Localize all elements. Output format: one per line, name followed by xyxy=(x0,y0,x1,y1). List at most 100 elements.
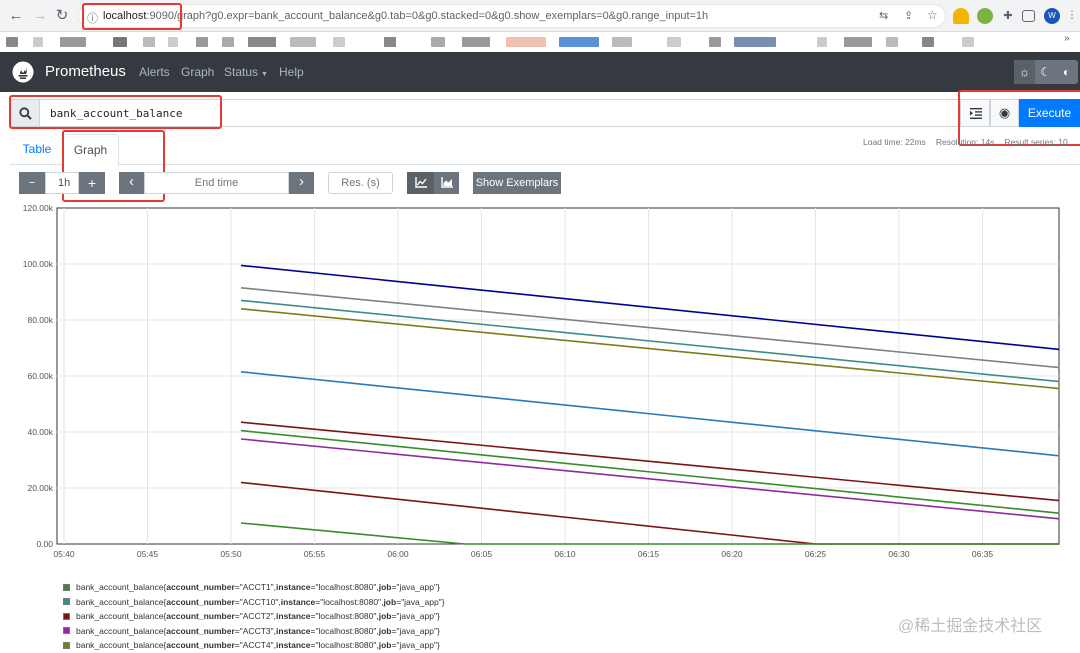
show-exemplars-button[interactable]: Show Exemplars xyxy=(473,172,561,194)
x-tick-label: 06:10 xyxy=(554,549,576,559)
legend-swatch xyxy=(63,612,70,620)
legend-value: ="localhost:8080", xyxy=(310,582,379,592)
x-tick-label: 05:50 xyxy=(220,549,242,559)
share-icon[interactable]: ⇪ xyxy=(904,9,913,22)
profile-avatar[interactable]: W xyxy=(1044,8,1060,24)
light-theme-icon[interactable]: ☼ xyxy=(1014,60,1035,84)
y-tick-label: 0.00 xyxy=(36,539,53,549)
back-icon[interactable]: ← xyxy=(6,6,26,26)
format-expression-button[interactable] xyxy=(960,99,990,127)
legend-item[interactable]: bank_account_balance{account_number =" ACC… xyxy=(63,638,445,653)
auto-theme-icon[interactable]: ◐ xyxy=(1056,60,1077,84)
bookmark-star-icon[interactable]: ☆ xyxy=(927,8,938,22)
legend-key: job xyxy=(378,640,392,650)
theme-switch: ☼ ☾ ◐ xyxy=(1014,60,1078,84)
bookmark-item[interactable] xyxy=(196,37,208,47)
bookmark-item[interactable] xyxy=(922,37,934,47)
bookmark-item[interactable] xyxy=(33,37,43,47)
legend-value: ="localhost:8080", xyxy=(315,596,384,607)
bookmark-item[interactable] xyxy=(612,37,632,47)
metrics-explorer-button[interactable]: ◉ xyxy=(990,99,1019,127)
nav-help[interactable]: Help xyxy=(279,65,304,79)
search-prepend xyxy=(10,99,40,127)
nav-graph[interactable]: Graph xyxy=(181,65,214,79)
x-tick-label: 05:45 xyxy=(137,549,159,559)
resolution-input[interactable]: Res. (s) xyxy=(328,172,393,194)
decrease-range-button[interactable]: − xyxy=(19,172,45,194)
x-tick-label: 06:35 xyxy=(972,549,994,559)
line-chart-icon xyxy=(414,177,427,188)
translate-icon[interactable]: ⇆ xyxy=(879,9,888,22)
bookmark-item[interactable] xyxy=(462,37,490,47)
extension-shield-icon[interactable] xyxy=(953,8,969,24)
legend-item[interactable]: bank_account_balance{account_number =" ACC… xyxy=(63,609,445,624)
legend-item[interactable]: bank_account_balance{account_number =" ACC… xyxy=(63,624,445,639)
bookmark-item[interactable] xyxy=(667,37,681,47)
tab-graph[interactable]: Graph xyxy=(62,134,119,166)
bookmark-item[interactable] xyxy=(333,37,345,47)
bookmark-item[interactable] xyxy=(886,37,898,47)
bookmark-item[interactable] xyxy=(113,37,127,47)
url-port: :9090 xyxy=(146,10,174,22)
x-tick-label: 06:25 xyxy=(805,549,827,559)
url-path: /graph?g0.expr=bank_account_balance&g0.t… xyxy=(173,10,709,22)
bookmark-item[interactable] xyxy=(248,37,276,47)
x-tick-label: 05:40 xyxy=(53,549,75,559)
increase-range-button[interactable]: + xyxy=(79,172,105,194)
expression-input[interactable]: bank_account_balance xyxy=(40,99,970,127)
bookmark-item[interactable] xyxy=(506,37,546,47)
nav-status[interactable]: Status ▼ xyxy=(224,65,268,79)
y-tick-label: 80.00k xyxy=(27,315,53,325)
dark-theme-icon[interactable]: ☾ xyxy=(1035,60,1056,84)
bookmark-item[interactable] xyxy=(962,37,974,47)
globe-icon: ◉ xyxy=(998,105,1011,120)
extension-circle-icon[interactable] xyxy=(977,8,993,24)
prometheus-logo-icon[interactable] xyxy=(12,61,34,83)
legend-account: ACCT10 xyxy=(242,596,276,607)
bookmark-item[interactable] xyxy=(60,37,86,47)
reload-icon[interactable]: ↻ xyxy=(52,6,72,26)
sidepanel-icon[interactable] xyxy=(1022,10,1035,22)
previous-time-button[interactable]: ‹ xyxy=(119,172,144,194)
stacked-chart-button[interactable] xyxy=(434,172,459,194)
legend-key: instance xyxy=(276,640,311,650)
end-time-input[interactable]: End time xyxy=(144,172,289,194)
tab-table[interactable]: Table xyxy=(14,134,60,165)
forward-icon[interactable]: → xyxy=(30,6,50,26)
legend-value: ="java_app"} xyxy=(391,640,440,650)
nav-alerts[interactable]: Alerts xyxy=(139,65,170,79)
bookmark-item[interactable] xyxy=(222,37,234,47)
top-navbar: Prometheus Alerts Graph Status ▼ Help ☼ ☾… xyxy=(0,52,1080,92)
legend-item[interactable]: bank_account_balance{account_number =" ACC… xyxy=(63,580,445,595)
y-tick-label: 100.00k xyxy=(23,259,54,269)
bookmark-item[interactable] xyxy=(709,37,721,47)
expression-bar: bank_account_balance ◉ Execute xyxy=(10,99,1080,127)
bookmark-item[interactable] xyxy=(844,37,872,47)
legend-item[interactable]: bank_account_balance{account_number =" ACC… xyxy=(63,595,445,610)
puzzle-icon[interactable]: ✚ xyxy=(1000,8,1016,24)
unstacked-chart-button[interactable] xyxy=(407,172,434,194)
bookmark-item[interactable] xyxy=(143,37,155,47)
y-tick-label: 20.00k xyxy=(27,483,53,493)
x-tick-label: 06:15 xyxy=(638,549,660,559)
bookmark-item[interactable] xyxy=(817,37,827,47)
area-chart-icon xyxy=(440,177,453,188)
url-host: localhost xyxy=(103,10,147,22)
bookmark-item[interactable] xyxy=(290,37,316,47)
brand-title[interactable]: Prometheus xyxy=(45,63,126,80)
address-bar[interactable]: ⓘ localhost:9090/graph?g0.expr=bank_acco… xyxy=(78,4,946,28)
bookmark-item[interactable] xyxy=(431,37,445,47)
y-tick-label: 40.00k xyxy=(27,427,53,437)
bookmark-item[interactable] xyxy=(6,37,18,47)
execute-button[interactable]: Execute xyxy=(1019,99,1080,127)
bookmark-item[interactable] xyxy=(734,37,776,47)
bookmark-item[interactable] xyxy=(384,37,396,47)
range-input[interactable]: 1h xyxy=(45,172,79,194)
next-time-button[interactable]: › xyxy=(289,172,314,194)
bookmark-item[interactable] xyxy=(168,37,178,47)
bookmarks-overflow-icon[interactable]: » xyxy=(1064,33,1070,44)
bookmark-item[interactable] xyxy=(559,37,599,47)
menu-icon[interactable]: ⋮ xyxy=(1064,8,1080,24)
time-series-graph[interactable]: 0.00 20.00k 40.00k 60.00k 80.00k 100.00k 120.0… xyxy=(0,198,1080,570)
legend-metric: bank_account_balance{ xyxy=(76,625,167,636)
